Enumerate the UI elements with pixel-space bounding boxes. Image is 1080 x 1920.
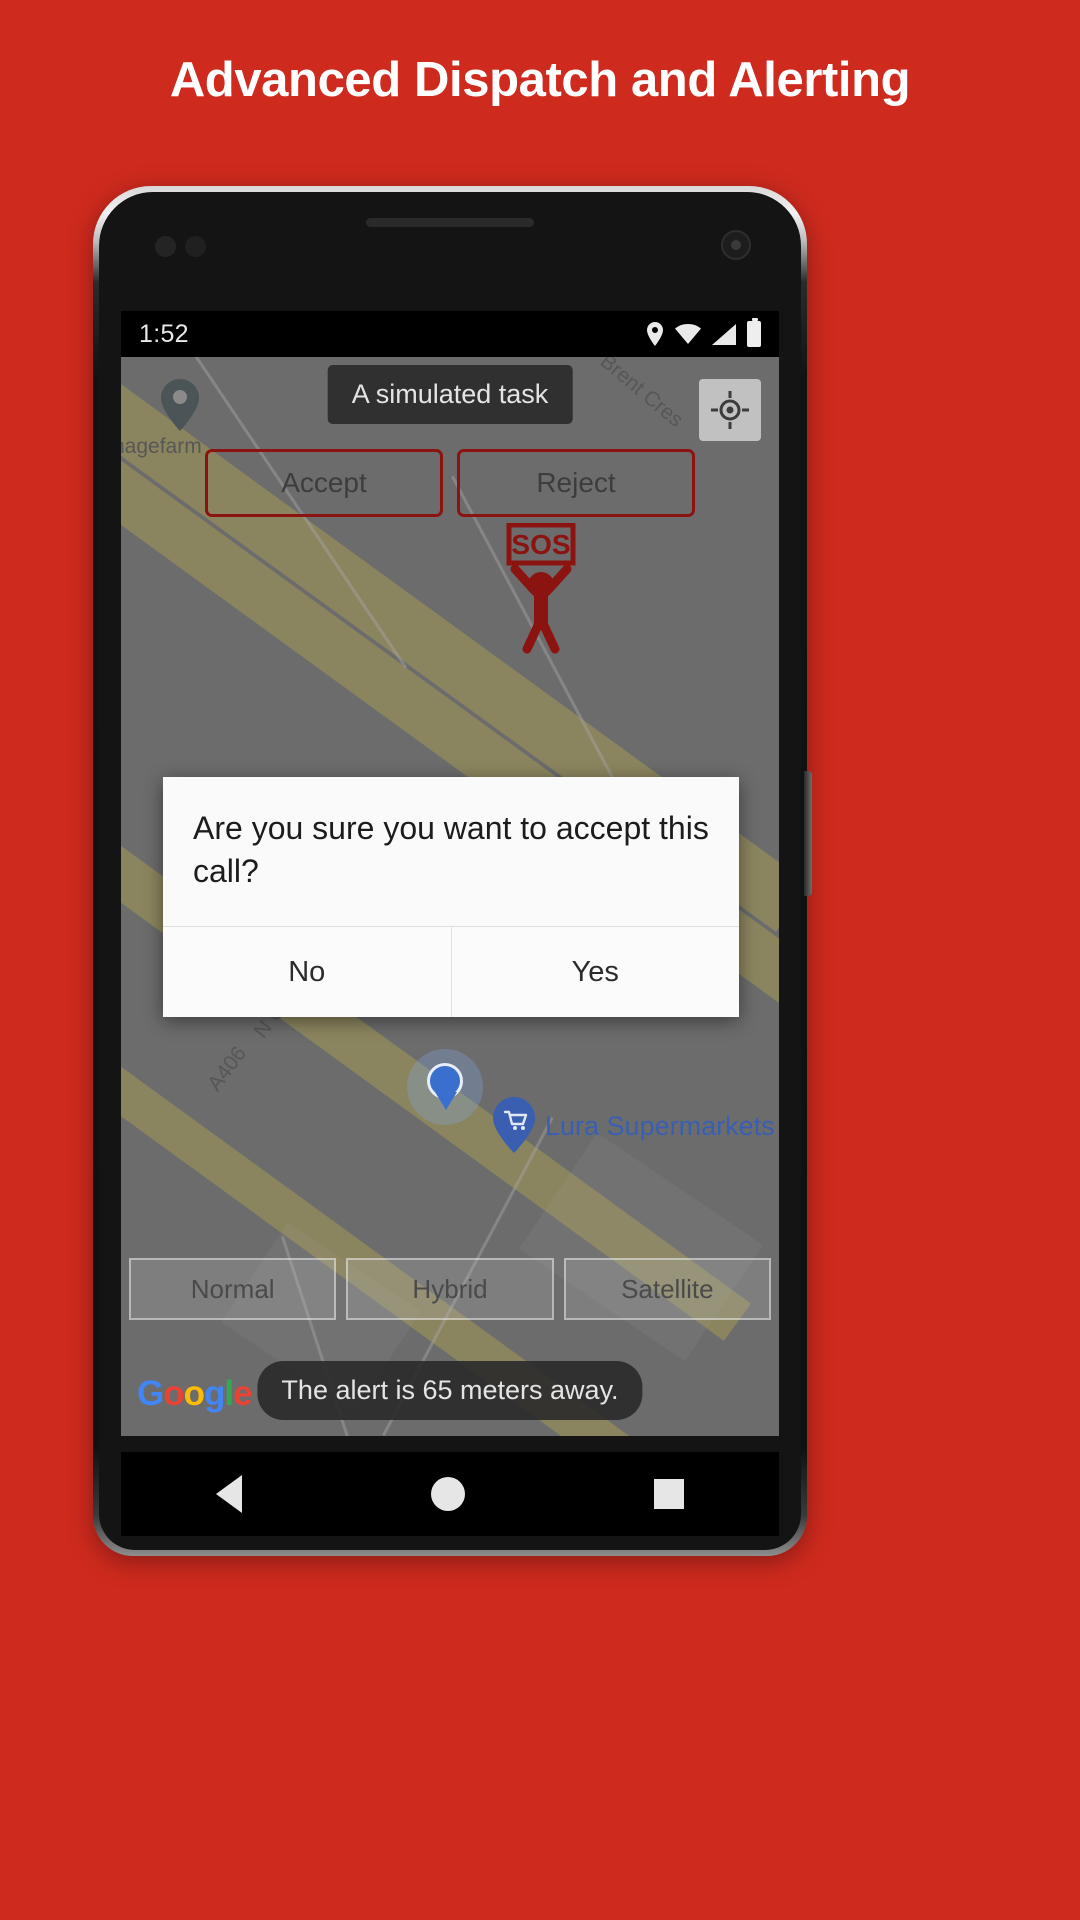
recents-square-icon[interactable]: [654, 1479, 685, 1509]
android-navigation-bar: [121, 1452, 779, 1536]
dialog-actions: No Yes: [163, 926, 739, 1018]
light-sensor-icon: [185, 236, 206, 257]
signal-icon: [712, 323, 736, 345]
proximity-sensor-icon: [155, 236, 176, 257]
dialog-scrim: Are you sure you want to accept this cal…: [121, 357, 779, 1436]
phone-bezel: 1:52 Brent Cres A406 nagefarm A simulate…: [99, 192, 801, 1550]
status-bar: 1:52: [121, 311, 779, 357]
back-triangle-icon[interactable]: [215, 1475, 242, 1513]
phone-screen: 1:52 Brent Cres A406 nagefarm A simulate…: [121, 311, 779, 1436]
front-camera-icon: [721, 230, 751, 260]
page-title: Advanced Dispatch and Alerting: [169, 53, 911, 107]
status-bar-clock: 1:52: [139, 319, 189, 348]
status-bar-icons: [646, 318, 761, 347]
battery-icon: [747, 318, 761, 347]
accept-call-dialog: Are you sure you want to accept this cal…: [163, 777, 739, 1018]
dialog-message: Are you sure you want to accept this cal…: [193, 810, 709, 889]
location-icon: [647, 322, 663, 346]
power-button[interactable]: [804, 771, 812, 896]
earpiece-speaker-icon: [366, 218, 534, 227]
dialog-yes-button[interactable]: Yes: [450, 927, 739, 1018]
promo-screenshot: Advanced Dispatch and Alerting 1:52 Bren…: [0, 0, 1080, 1920]
phone-device-frame: 1:52 Brent Cres A406 nagefarm A simulate…: [93, 186, 812, 1556]
wifi-icon: [675, 324, 701, 344]
map-view[interactable]: Brent Cres N Circular A406 nagefarm: [121, 357, 779, 1436]
dialog-no-button[interactable]: No: [163, 927, 451, 1018]
home-circle-icon[interactable]: [430, 1477, 465, 1511]
